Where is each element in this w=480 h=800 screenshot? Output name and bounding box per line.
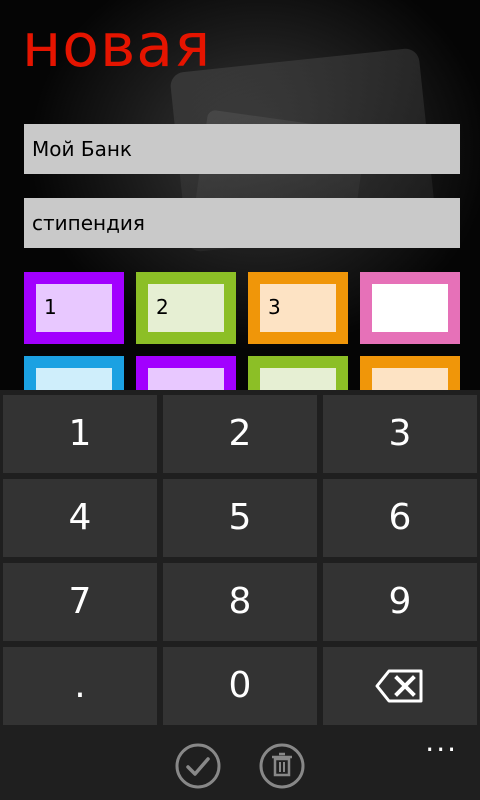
color-tile-1[interactable]: 1 <box>24 272 124 344</box>
more-menu-button[interactable]: ... <box>425 728 458 756</box>
color-tile-label: 2 <box>148 284 224 332</box>
numeric-keypad: 1 2 3 4 5 6 7 8 9 . 0 <box>0 390 480 728</box>
trash-icon <box>259 743 305 789</box>
key-3[interactable]: 3 <box>323 395 477 473</box>
key-4[interactable]: 4 <box>3 479 157 557</box>
bank-name-field[interactable]: Мой Банк <box>24 124 460 174</box>
delete-button[interactable] <box>258 742 306 790</box>
key-0[interactable]: 0 <box>163 647 317 725</box>
key-8[interactable]: 8 <box>163 563 317 641</box>
key-1[interactable]: 1 <box>3 395 157 473</box>
color-tile-label: 1 <box>36 284 112 332</box>
key-backspace[interactable] <box>323 647 477 725</box>
category-field[interactable]: стипендия <box>24 198 460 248</box>
key-6[interactable]: 6 <box>323 479 477 557</box>
save-button[interactable] <box>174 742 222 790</box>
key-9[interactable]: 9 <box>323 563 477 641</box>
backspace-icon <box>375 669 423 703</box>
color-tile-label: 3 <box>260 284 336 332</box>
key-5[interactable]: 5 <box>163 479 317 557</box>
color-tile-label <box>372 284 448 332</box>
app-bar: ... <box>0 728 480 800</box>
page-title: новая <box>22 11 212 81</box>
color-tile-3[interactable]: 3 <box>248 272 348 344</box>
check-icon <box>175 743 221 789</box>
key-7[interactable]: 7 <box>3 563 157 641</box>
key-decimal[interactable]: . <box>3 647 157 725</box>
color-tile-4[interactable] <box>360 272 460 344</box>
color-tile-2[interactable]: 2 <box>136 272 236 344</box>
key-2[interactable]: 2 <box>163 395 317 473</box>
